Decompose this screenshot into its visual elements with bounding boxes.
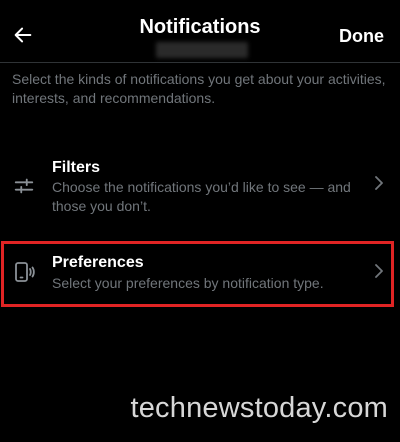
phone-vibrate-icon	[12, 260, 36, 284]
filters-description: Choose the notifications you’d like to s…	[52, 179, 351, 214]
sliders-icon	[12, 174, 36, 198]
preferences-description: Select your preferences by notification …	[52, 275, 324, 291]
filters-row[interactable]: Filters Choose the notifications you’d l…	[0, 150, 400, 220]
preferences-row[interactable]: Preferences Select your preferences by n…	[0, 243, 400, 306]
header-divider	[0, 62, 400, 63]
filters-label: Filters	[52, 159, 101, 176]
done-button[interactable]: Done	[339, 26, 384, 47]
blurred-username	[156, 42, 248, 58]
top-bar: Notifications Done	[0, 0, 400, 62]
preferences-label: Preferences	[52, 254, 144, 271]
chevron-right-icon	[372, 175, 386, 191]
intro-text: Select the kinds of notifications you ge…	[12, 71, 386, 106]
watermark: technewstoday.com	[130, 392, 388, 424]
chevron-right-icon	[372, 263, 386, 279]
